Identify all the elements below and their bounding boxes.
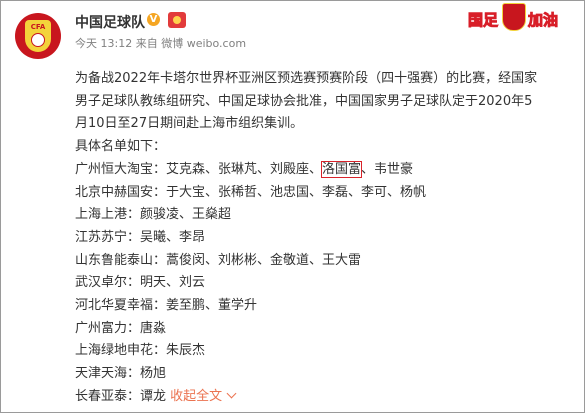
club-name: 江苏苏宁： xyxy=(75,229,141,245)
player-names: 姜至鹏、董学升 xyxy=(166,298,258,314)
weibo-post-card: CFA 中国足球队 V 今天 13:12 来自 微博 weibo.com 国足 … xyxy=(0,0,585,413)
club-row: 长春亚泰：谭龙 收起全文 xyxy=(75,386,575,409)
player-names: 明天、刘云 xyxy=(140,275,206,291)
club-row: 河北华夏幸福：姜至鹏、董学升 xyxy=(75,295,575,318)
player-names: 艾克森、张琳芃、刘殿座、 xyxy=(166,161,323,177)
player-names: 蒿俊闵、刘彬彬、金敬道、王大雷 xyxy=(166,252,362,268)
username-link[interactable]: 中国足球队 xyxy=(75,12,145,32)
sticker-text-right: 加油 xyxy=(527,11,559,30)
collapse-full-text-link[interactable]: 收起全文 xyxy=(170,388,237,404)
club-name: 广州富力： xyxy=(75,320,141,336)
verified-v-icon: V xyxy=(147,13,160,26)
player-names: 吴曦、李昂 xyxy=(140,229,206,245)
club-name: 北京中赫国安： xyxy=(75,184,167,200)
club-row: 江苏苏宁：吴曦、李昂 xyxy=(75,227,575,250)
sticker-text-left: 国足 xyxy=(467,11,499,30)
player-names: 颜骏凌、王燊超 xyxy=(140,207,232,223)
cfa-mini-crest-icon xyxy=(502,3,526,31)
club-row: 武汉卓尔：明天、刘云 xyxy=(75,272,575,295)
club-row: 广州恒大淘宝：艾克森、张琳芃、刘殿座、洛国富、韦世豪 xyxy=(75,159,575,182)
intro-line: 为备战2022年卡塔尔世界杯亚洲区预选赛预赛阶段（四十强赛）的比赛，经国家 xyxy=(75,71,538,86)
ball-icon xyxy=(31,33,45,47)
cfa-crest-icon: CFA xyxy=(25,20,51,52)
player-names: 于大宝、张稀哲、池忠国、李磊、李可、杨帆 xyxy=(166,184,427,200)
player-names: 朱辰杰 xyxy=(166,343,206,359)
club-row: 广州富力：唐淼 xyxy=(75,318,575,341)
intro-line: 男子足球队教练组研究、中国足球协会批准，中国国家男子足球队定于2020年5 xyxy=(75,93,533,109)
member-badge-icon[interactable] xyxy=(168,12,186,28)
club-name: 广州恒大淘宝： xyxy=(75,161,167,177)
club-row: 天津天海：杨旭 xyxy=(75,363,575,386)
chevron-up-icon[interactable] xyxy=(226,388,237,399)
player-names: 谭龙 xyxy=(140,388,167,404)
club-row: 上海绿地申花：朱辰杰 xyxy=(75,340,575,363)
cheer-sticker: 国足 加油 xyxy=(467,3,576,33)
intro-line: 月10日至27日期间赴上海市组织集训。 xyxy=(75,116,304,132)
crest-text: CFA xyxy=(30,23,46,31)
post-time[interactable]: 今天 13:12 xyxy=(75,37,132,50)
post-source[interactable]: 微博 weibo.com xyxy=(161,37,246,50)
list-title: 具体名单如下： xyxy=(75,139,167,155)
club-name: 山东鲁能泰山： xyxy=(75,252,167,268)
player-names: 、韦世豪 xyxy=(361,161,414,177)
player-names: 杨旭 xyxy=(140,366,167,382)
club-name: 河北华夏幸福： xyxy=(75,298,167,314)
collapse-label[interactable]: 收起全文 xyxy=(170,389,222,404)
highlighted-player: 洛国富 xyxy=(321,160,363,178)
club-row: 上海上港：颜骏凌、王燊超 xyxy=(75,204,575,227)
club-row: 山东鲁能泰山：蒿俊闵、刘彬彬、金敬道、王大雷 xyxy=(75,250,575,273)
club-name: 天津天海： xyxy=(75,366,141,382)
from-label: 来自 xyxy=(135,37,158,50)
club-name: 长春亚泰： xyxy=(75,388,141,404)
player-names: 唐淼 xyxy=(140,320,167,336)
club-name: 上海绿地申花： xyxy=(75,343,167,359)
club-name: 武汉卓尔： xyxy=(75,275,141,291)
post-meta: 今天 13:12 来自 微博 weibo.com xyxy=(75,35,246,51)
avatar[interactable]: CFA xyxy=(15,13,61,59)
club-name: 上海上港： xyxy=(75,207,141,223)
club-row: 北京中赫国安：于大宝、张稀哲、池忠国、李磊、李可、杨帆 xyxy=(75,182,575,205)
post-body: 为备战2022年卡塔尔世界杯亚洲区预选赛预赛阶段（四十强赛）的比赛，经国家 男子… xyxy=(75,68,575,409)
